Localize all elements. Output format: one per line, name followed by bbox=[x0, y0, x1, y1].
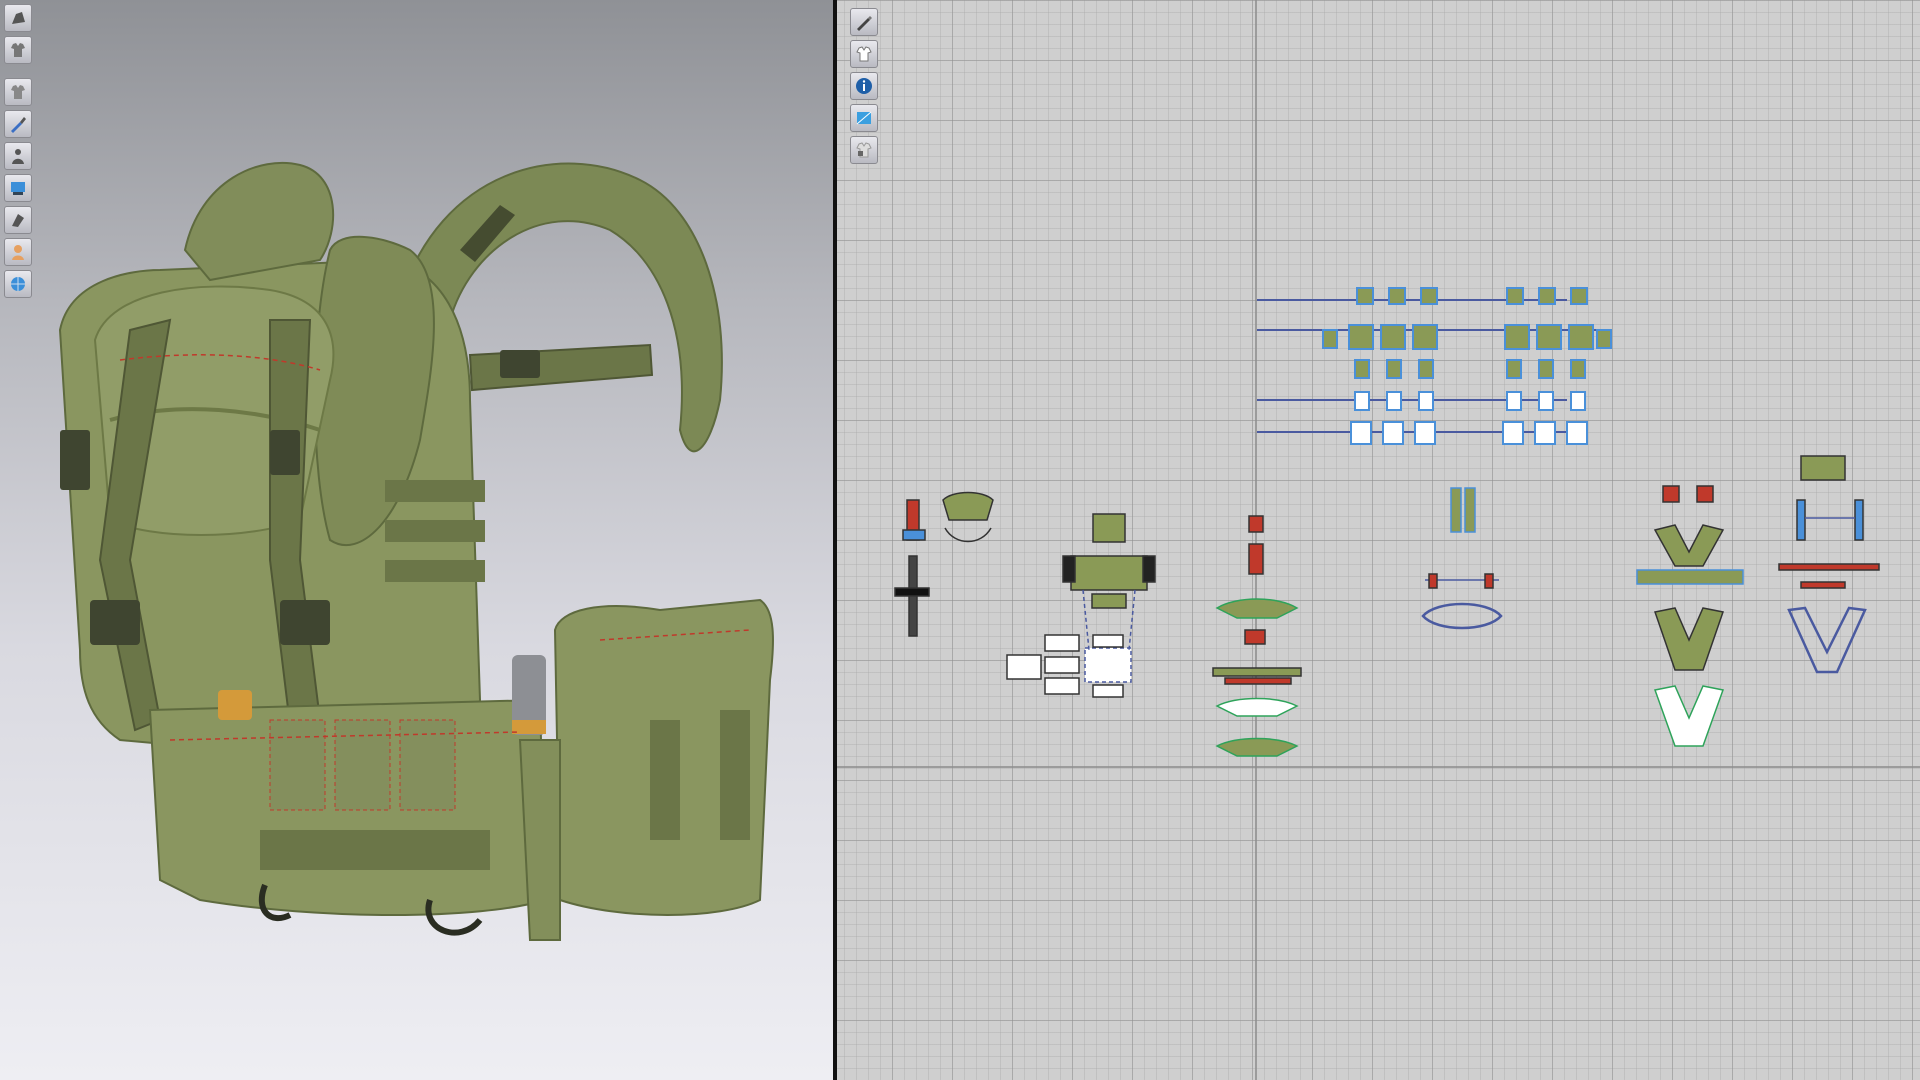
2d-toolbar-pencil-tool-button[interactable] bbox=[850, 8, 878, 36]
lock-garment-icon bbox=[856, 142, 872, 158]
2d-toolbar-garment-white-button[interactable] bbox=[850, 40, 878, 68]
pencil-tool-icon bbox=[857, 16, 872, 31]
pattern-cluster-far-right bbox=[1778, 455, 1880, 674]
2d-toolbar-info-button[interactable] bbox=[850, 72, 878, 100]
pattern-cluster-top bbox=[1257, 287, 1612, 445]
pattern-cluster-center bbox=[1212, 515, 1302, 757]
3d-toolbar-texture-brush-button[interactable] bbox=[4, 110, 32, 138]
2d-pattern-viewport[interactable] bbox=[837, 0, 1920, 1080]
3d-toolbar-avatar-skin-button[interactable] bbox=[4, 238, 32, 266]
info-icon bbox=[856, 78, 872, 94]
pattern-cluster-left bbox=[894, 491, 994, 637]
3d-toolbar bbox=[4, 4, 32, 302]
pattern-cluster-center-left bbox=[1006, 513, 1156, 698]
show-garment-icon bbox=[11, 85, 25, 99]
3d-toolbar-garment-display-button[interactable] bbox=[4, 36, 32, 64]
show-avatar-icon bbox=[12, 149, 24, 164]
texture-brush-icon bbox=[11, 117, 26, 133]
3d-toolbar-avatar-display-button[interactable] bbox=[4, 4, 32, 32]
2d-toolbar bbox=[850, 8, 878, 168]
pattern-cluster-center-right bbox=[1421, 487, 1503, 630]
3d-toolbar-environment-globe-button[interactable] bbox=[4, 270, 32, 298]
3d-vest-model[interactable] bbox=[0, 0, 833, 1080]
avatar-display-icon bbox=[12, 12, 25, 24]
pattern-cluster-y-straps bbox=[1636, 485, 1744, 747]
3d-viewport[interactable] bbox=[0, 0, 833, 1080]
2d-toolbar-texture-view-button[interactable] bbox=[850, 104, 878, 132]
2d-pattern-layout[interactable] bbox=[837, 0, 1920, 1080]
garment-display-icon bbox=[11, 43, 25, 57]
environment-globe-icon bbox=[11, 277, 25, 291]
garment-white-icon bbox=[856, 46, 872, 62]
3d-toolbar-view-mode-button[interactable] bbox=[4, 174, 32, 202]
3d-toolbar-thickness-render-button[interactable] bbox=[4, 206, 32, 234]
view-mode-icon bbox=[11, 182, 25, 195]
avatar-skin-icon bbox=[12, 245, 24, 260]
thickness-render-icon bbox=[12, 214, 24, 227]
3d-toolbar-show-avatar-button[interactable] bbox=[4, 142, 32, 170]
3d-toolbar-show-garment-button[interactable] bbox=[4, 78, 32, 106]
2d-toolbar-lock-garment-button[interactable] bbox=[850, 136, 878, 164]
texture-view-icon bbox=[856, 111, 872, 125]
